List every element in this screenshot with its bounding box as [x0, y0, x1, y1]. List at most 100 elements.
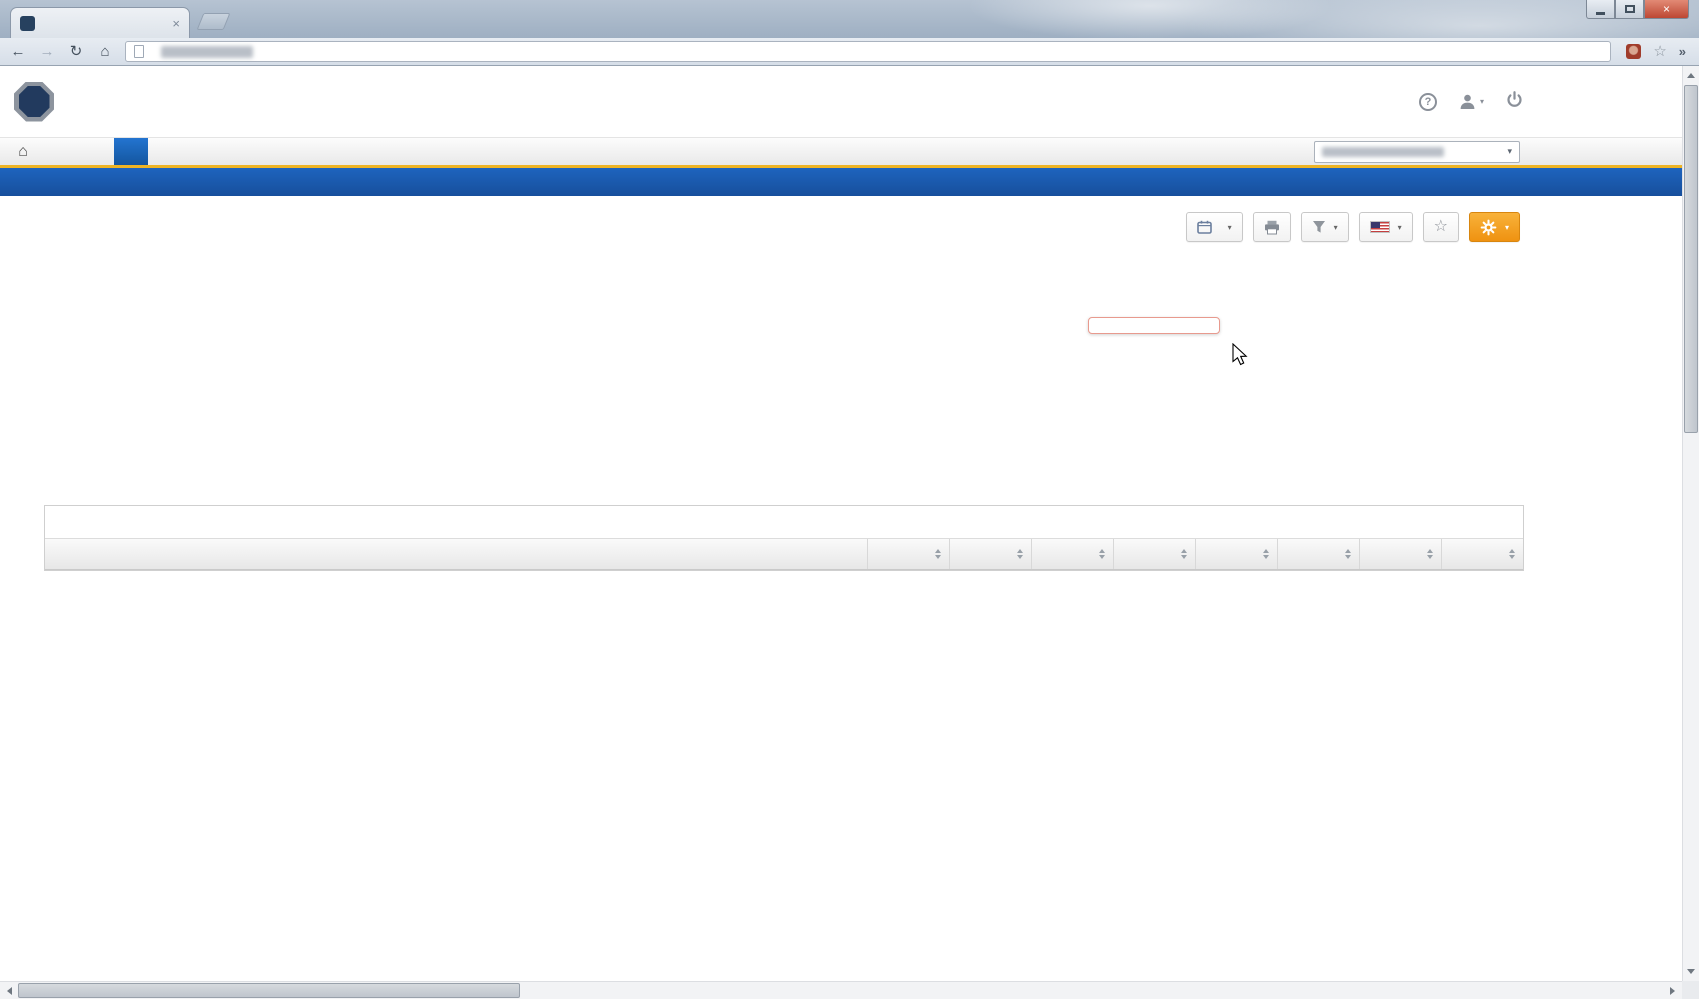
nav-item-links[interactable]: [182, 138, 216, 165]
scroll-up-icon: [1687, 73, 1695, 78]
filter-icon: [1312, 220, 1326, 234]
main-nav: ⌂ ▾: [0, 137, 1699, 165]
user-caret-icon: ▾: [1480, 97, 1484, 106]
scroll-left-icon: [7, 987, 12, 995]
settings-button[interactable]: ▾: [1469, 212, 1520, 242]
shortcuts-select[interactable]: ▾: [1314, 141, 1520, 163]
scroll-left-button[interactable]: [1, 982, 18, 999]
horizontal-scrollbar-thumb[interactable]: [18, 983, 520, 998]
page-content: ▾ ▾ ▾ ☆: [0, 196, 1699, 571]
results-count: [57, 515, 61, 529]
nav-item-lab[interactable]: [216, 138, 250, 165]
vertical-scrollbar-thumb[interactable]: [1684, 85, 1698, 433]
scroll-up-button[interactable]: [1683, 67, 1699, 84]
browser-home-icon[interactable]: ⌂: [96, 44, 114, 59]
blue-accent-band: [0, 168, 1699, 196]
filter-caret-icon: ▾: [1334, 223, 1338, 232]
user-menu[interactable]: ▾: [1459, 93, 1484, 110]
nav-item-research[interactable]: [80, 138, 114, 165]
tab-close-icon[interactable]: ×: [172, 17, 180, 30]
nav-item-onpage[interactable]: [148, 138, 182, 165]
traffic-chart: [44, 303, 1699, 499]
help-icon[interactable]: ?: [1419, 93, 1437, 111]
sort-arrows-icon[interactable]: [1181, 549, 1187, 559]
sort-arrows-icon[interactable]: [1099, 549, 1105, 559]
back-icon[interactable]: ←: [9, 44, 27, 59]
nav-home-icon[interactable]: ⌂: [0, 138, 46, 165]
refresh-icon[interactable]: ↻: [67, 44, 85, 59]
total-clicks: [310, 275, 430, 289]
scroll-down-icon: [1687, 969, 1695, 974]
browser-tab[interactable]: ×: [10, 7, 190, 38]
language-caret-icon: ▾: [1398, 223, 1402, 232]
printer-icon: [1264, 220, 1280, 235]
logout-power-icon[interactable]: [1506, 91, 1523, 113]
column-header-avg-position[interactable]: [1359, 539, 1441, 569]
scroll-down-button[interactable]: [1683, 963, 1699, 980]
minimize-icon: [1596, 12, 1605, 15]
favicon: [20, 16, 35, 31]
clicks-legend-square: [310, 275, 320, 285]
select-caret-icon: ▾: [1507, 146, 1512, 157]
sort-arrows-icon[interactable]: [1427, 549, 1433, 559]
column-header-position-change[interactable]: [1441, 539, 1523, 569]
column-header-impressions[interactable]: [867, 539, 949, 569]
nav-item-analyse[interactable]: [114, 138, 148, 165]
filter-button[interactable]: ▾: [1301, 212, 1349, 242]
user-icon: [1459, 93, 1476, 110]
rankranger-logo-icon: [14, 82, 54, 122]
nav-item-track[interactable]: [46, 138, 80, 165]
header-icons: ? ▾: [1419, 66, 1523, 137]
us-flag-icon: [1370, 221, 1390, 233]
scrollbar-corner: [1682, 981, 1699, 999]
results-table-container: [44, 505, 1524, 571]
scroll-right-button[interactable]: [1664, 982, 1681, 999]
report-actions: ▾ ▾ ▾ ☆: [1186, 212, 1520, 242]
page-header-row: ▾ ▾ ▾ ☆: [44, 211, 1699, 249]
traffic-chart-plot[interactable]: [44, 303, 1514, 499]
sort-arrows-icon[interactable]: [1017, 549, 1023, 559]
extension-icon[interactable]: [1626, 44, 1641, 59]
impressions-legend-square: [164, 275, 174, 285]
maximize-button[interactable]: [1615, 0, 1644, 19]
column-header-ctr-change[interactable]: [1277, 539, 1359, 569]
sort-arrows-icon[interactable]: [1345, 549, 1351, 559]
app-header: ? ▾: [0, 66, 1699, 137]
column-header-ctr[interactable]: [1195, 539, 1277, 569]
vertical-scrollbar[interactable]: [1682, 66, 1699, 981]
sort-arrows-icon[interactable]: [1263, 549, 1269, 559]
column-header-query: [45, 539, 867, 569]
overflow-chevron-icon[interactable]: »: [1679, 44, 1686, 59]
bookmark-star-icon[interactable]: ☆: [1653, 44, 1666, 59]
shortcuts-redacted-blur: [1322, 147, 1444, 157]
favorite-button[interactable]: ☆: [1423, 212, 1459, 242]
favorite-star-icon: ☆: [1434, 219, 1448, 235]
rankranger-logo[interactable]: [14, 82, 63, 122]
close-button[interactable]: ×: [1644, 0, 1689, 19]
column-header-clicks[interactable]: [1031, 539, 1113, 569]
new-tab-button[interactable]: [197, 13, 231, 30]
language-button[interactable]: ▾: [1359, 212, 1413, 242]
results-table: [45, 539, 1523, 570]
column-header-impressions-change[interactable]: [949, 539, 1031, 569]
url-bar[interactable]: [125, 41, 1611, 62]
nav-right: ▾: [1300, 138, 1520, 165]
browser-tab-strip: × ×: [0, 0, 1699, 38]
scroll-right-icon: [1670, 987, 1675, 995]
mouse-cursor: [1232, 343, 1249, 367]
sort-arrows-icon[interactable]: [935, 549, 941, 559]
maximize-icon: [1625, 5, 1635, 13]
results-bar: [45, 506, 1523, 539]
print-button[interactable]: [1253, 212, 1291, 242]
page-icon: [134, 45, 144, 58]
settings-caret-icon: ▾: [1505, 223, 1509, 232]
date-caret-icon: ▾: [1228, 223, 1232, 232]
column-header-clicks-change[interactable]: [1113, 539, 1195, 569]
date-range-button[interactable]: ▾: [1186, 212, 1243, 242]
minimize-button[interactable]: [1586, 0, 1615, 19]
chart-tooltip: [1088, 317, 1220, 334]
horizontal-scrollbar[interactable]: [0, 981, 1682, 999]
sort-arrows-icon[interactable]: [1509, 549, 1515, 559]
url-redacted-blur: [161, 46, 253, 58]
forward-icon[interactable]: →: [38, 44, 56, 59]
